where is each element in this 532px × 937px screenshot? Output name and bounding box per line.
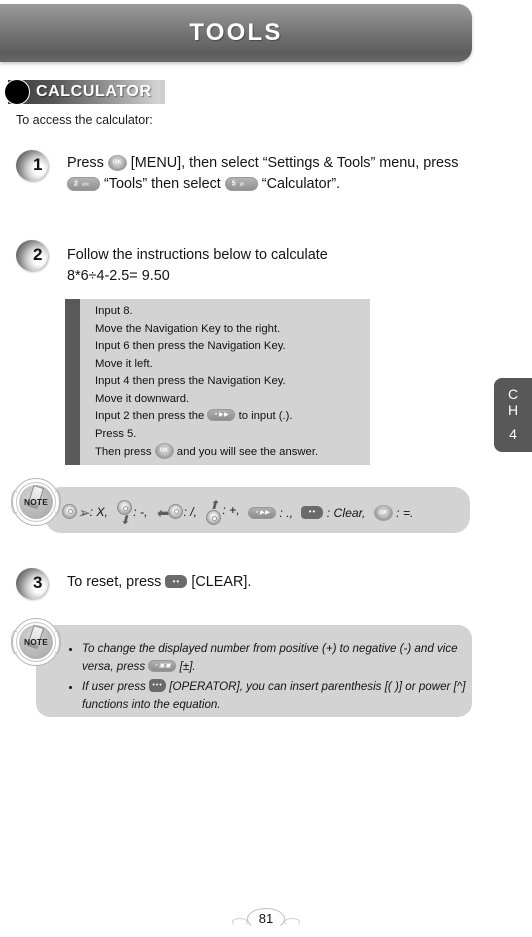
legend-item-dot: ⚬▶▶ : ., [248,506,293,520]
step-2-body: Follow the instructions below to calcula… [67,245,487,287]
instruction-line: Input 6 then press the Navigation Key. [95,340,286,352]
legend-item-clear: •• : Clear, [301,505,366,520]
5-jkl-key-main: 5 [231,180,236,188]
step-3-body: To reset, press •• [CLEAR]. [67,572,487,593]
note-badge-legend: NOTE [11,478,61,526]
step-3-text-1: To reset, press [67,574,162,590]
step-1-text-3: “Tools” then select [104,176,221,192]
legend-item-equals: : =. [373,504,414,521]
instruction-line: Input 8. [95,305,133,317]
step-1-marker: 1 [16,150,58,182]
nav-key-down-group: ⬇ [116,500,133,527]
note-bullet: To change the displayed number from posi… [82,640,468,676]
arrow-left-icon: ⬅ [155,504,169,522]
chapter-tab-line1: C [507,386,519,402]
clear-key-icon: •• [165,575,188,588]
legend-item-plus: ⬆: +, [205,498,240,525]
step-3-text-2: [CLEAR]. [191,574,252,590]
instruction-panel-accent-bar [65,299,80,465]
arrow-right-icon: ➢ [77,504,90,522]
step-2-number: 2 [33,245,43,264]
page-title: TOOLS [189,19,283,46]
instruction-line-pre: Then press [95,446,152,458]
nav-key-up-group: ⬆ [205,498,222,525]
note-arc-left [11,630,19,654]
note-arc-right [53,490,61,514]
chapter-tab-line2: H [507,402,519,418]
chapter-side-tab: C H 4 [494,378,532,452]
note-bullet-pre: If user press [82,680,146,693]
note-bullet-pre: To change the displayed number from posi… [82,642,458,673]
step-2-text-line1: Follow the instructions below to calcula… [67,247,328,263]
note-arc-right [53,630,61,654]
section-bullet-icon [4,79,30,105]
legend-item-multiply: ➢: X, [62,503,108,522]
arrow-down-icon: ⬇ [119,513,130,527]
dot-key-icon: ⚬▶▶ [248,506,277,519]
step-1-text-4: “Calculator”. [261,176,341,192]
instruction-line-pre: Input 2 then press the [95,410,205,422]
section-banner-tail [160,80,165,104]
instruction-line: Move the Navigation Key to the right. [95,322,281,335]
ok-key-icon [107,155,127,171]
2-abc-key-icon: 2 abc [67,177,100,191]
instruction-line: Input 2 then press the ⚬▶▶ to input (.). [95,408,367,426]
5-jkl-key-sub: jkl [239,181,245,187]
dot-key-icon: ⚬▶▶ [207,409,236,421]
5-jkl-key-icon: 5 jkl [224,177,258,191]
step-1-number: 1 [33,155,43,174]
instruction-line-post: to input (.). [238,410,293,422]
instruction-line-post: and you will see the answer. [176,446,319,458]
instruction-line: Move it left. [95,357,153,370]
page-number: 81 [258,911,274,926]
legend-items: ➢: X, ⬇: -, ⬅ : /, ⬆: +, ⚬▶▶ : ., •• : Cl… [62,498,462,527]
section-intro-text: To access the calculator: [16,113,153,127]
legend-label: : Clear, [326,505,366,520]
nav-key-icon [62,503,77,519]
instruction-line: Move it downward. [95,392,190,405]
legend-item-minus: ⬇: -, [116,500,148,527]
2-abc-key-sub: abc [82,181,90,187]
instruction-line: Input 4 then press the Navigation Key. [95,375,286,387]
step-1-body: Press [MENU], then select “Settings & To… [67,153,487,195]
nav-key-icon [117,500,133,515]
page-header-banner: TOOLS [0,4,472,62]
instruction-line: Then press and you will see the answer. [95,443,367,462]
step-2-marker: 2 [16,240,58,272]
operator-key-icon: ••• [149,679,167,692]
2-abc-key-main: 2 [74,180,78,188]
chapter-tab-number: 4 [509,426,517,442]
ok-key-icon [373,504,393,521]
footer-wing-right [284,918,300,926]
legend-label: : =. [396,505,414,520]
step-2-text-line2: 8*6÷4-2.5= 9.50 [67,268,170,284]
legend-label: : X, [89,504,108,519]
footer-wing-left [232,918,248,926]
note-bullet-post: [±]. [179,660,196,673]
section-title: CALCULATOR [36,83,152,100]
legend-label: : -, [133,505,148,519]
instruction-list: Input 8. Move the Navigation Key to the … [95,303,367,462]
arrow-up-icon: ⬆ [208,498,219,512]
instruction-line: Press 5. [95,427,137,440]
nav-key-icon [168,503,184,519]
legend-label: : +, [222,503,240,517]
page-footer: 81 [0,908,532,934]
clear-key-icon: •• [301,505,324,519]
ok-key-icon [154,443,174,459]
step-3-number: 3 [33,573,43,592]
legend-label: : /, [183,504,197,519]
step-3-marker: 3 [16,568,58,600]
note-bullet: If user press ••• [OPERATOR], you can in… [82,678,468,714]
step-1-text-2: [MENU], then select “Settings & Tools” m… [130,155,459,171]
nav-key-icon [206,510,222,525]
bottom-note-list: To change the displayed number from posi… [68,640,468,716]
note-badge-bottom: NOTE [11,618,61,666]
legend-item-divide: ⬅ : /, [155,503,197,522]
step-1-text-1: Press [67,155,104,171]
plusminus-key-icon: ⚬▣▣ [148,660,177,672]
note-arc-left [11,490,19,514]
legend-label: : ., [279,505,293,520]
